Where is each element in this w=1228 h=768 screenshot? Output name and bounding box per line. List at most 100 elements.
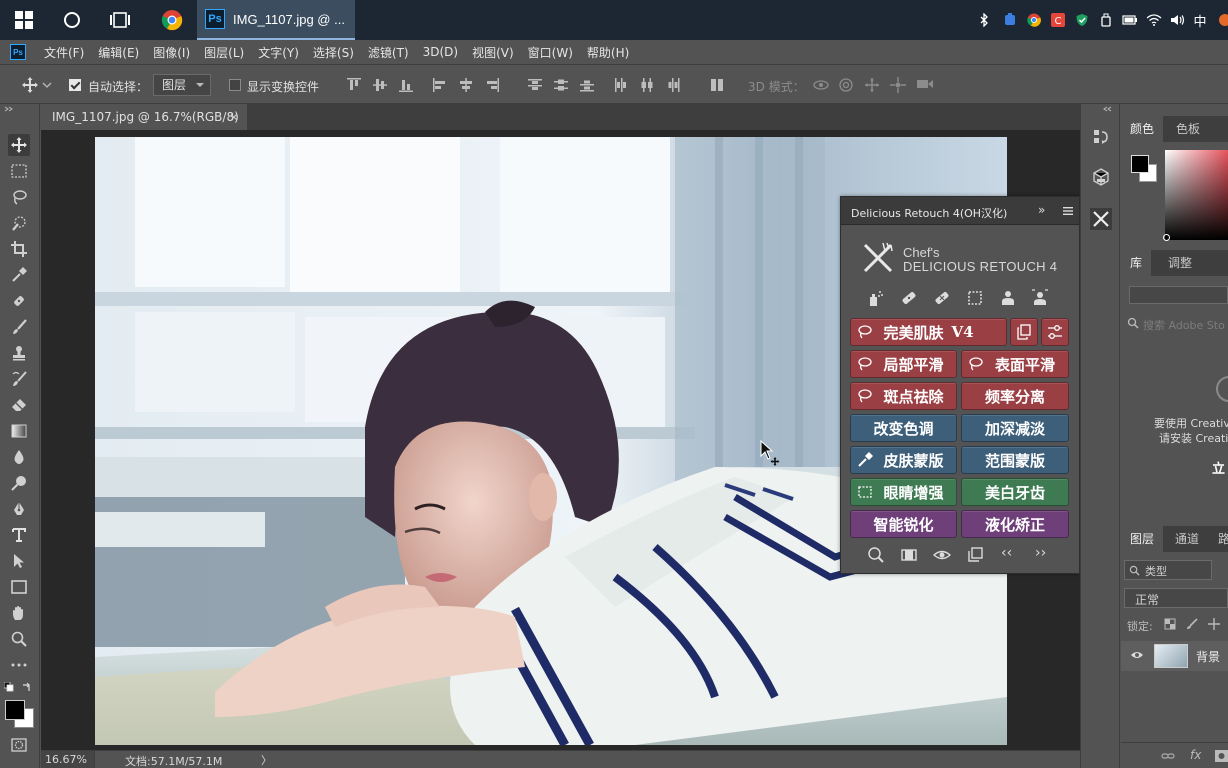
person-icon[interactable] [999, 289, 1017, 307]
input-method-indicator[interactable]: 中 [1192, 12, 1208, 30]
tab-paths[interactable]: 路 [1209, 526, 1228, 552]
pen-tool-icon[interactable] [8, 498, 30, 520]
tray-app-blue-icon[interactable] [1002, 12, 1018, 28]
photoshop-taskbar-button[interactable]: Ps IMG_1107.jpg @ ... [197, 0, 355, 40]
skin-mask-button[interactable]: 皮肤蒙版 [850, 446, 957, 474]
auto-select-checkbox[interactable] [69, 79, 81, 91]
auto-select-target-dropdown[interactable]: 图层 [153, 74, 211, 96]
crop-tool-icon[interactable] [8, 238, 30, 260]
align-right-edges-icon[interactable] [484, 77, 500, 93]
security-shield-icon[interactable] [1074, 12, 1090, 28]
liquify-button[interactable]: 液化矫正 [961, 510, 1069, 538]
quick-mask-icon[interactable] [8, 734, 30, 756]
menu-view[interactable]: 视图(V) [472, 44, 514, 61]
wifi-icon[interactable] [1146, 12, 1162, 28]
menu-layer[interactable]: 图层(L) [204, 44, 244, 61]
menu-file[interactable]: 文件(F) [44, 44, 84, 61]
menu-type[interactable]: 文字(Y) [258, 44, 299, 61]
lasso-tool-icon[interactable] [8, 186, 30, 208]
tray-app-orange-icon[interactable] [1216, 12, 1228, 28]
3d-panel-icon[interactable] [1090, 166, 1112, 188]
panel-expand-icon[interactable]: » [1038, 203, 1045, 217]
clone-stamp-tool-icon[interactable] [8, 342, 30, 364]
brush-tool-icon[interactable] [8, 316, 30, 338]
eye-enhance-button[interactable]: 眼睛增强 [850, 478, 957, 506]
menu-window[interactable]: 窗口(W) [528, 44, 573, 61]
local-smooth-button[interactable]: 局部平滑 [850, 350, 957, 378]
distribute-bottom-icon[interactable] [579, 77, 595, 93]
smart-sharpen-button[interactable]: 智能锐化 [850, 510, 957, 538]
marquee-tool-icon[interactable] [8, 160, 30, 182]
3d-scale-camera-icon[interactable] [916, 77, 933, 93]
close-document-icon[interactable]: × [229, 104, 239, 130]
volume-icon[interactable] [1170, 12, 1186, 28]
align-left-edges-icon[interactable] [432, 77, 448, 93]
swap-colors-icon[interactable] [22, 682, 32, 692]
menu-3d[interactable]: 3D(D) [423, 45, 458, 59]
library-select-dropdown[interactable] [1129, 286, 1228, 304]
stamp-frame-icon[interactable] [966, 289, 984, 307]
layer-effects-button[interactable]: fx [1190, 748, 1201, 762]
blend-mode-dropdown[interactable]: 正常 [1124, 588, 1228, 608]
link-layers-icon[interactable] [1161, 751, 1175, 761]
eye-preview-icon[interactable] [933, 546, 951, 564]
tab-layers[interactable]: 图层 [1121, 526, 1164, 552]
range-mask-button[interactable]: 范围蒙版 [961, 446, 1069, 474]
perfect-skin-button[interactable]: 完美肌肤 V4 [850, 318, 1007, 346]
3d-slide-icon[interactable] [890, 77, 906, 93]
quick-selection-tool-icon[interactable] [8, 212, 30, 234]
distribute-right-icon[interactable] [665, 77, 681, 93]
menu-help[interactable]: 帮助(H) [587, 44, 629, 61]
nav-next-button[interactable]: ›› [1035, 545, 1046, 561]
windows-start-icon[interactable] [0, 0, 48, 40]
lock-transparency-icon[interactable] [1164, 618, 1176, 630]
color-picker-handle[interactable] [1163, 234, 1170, 241]
zoom-preview-icon[interactable] [867, 546, 885, 564]
menu-image[interactable]: 图像(I) [153, 44, 190, 61]
distribute-horizontal-centers-icon[interactable] [639, 77, 655, 93]
frequency-separation-button[interactable]: 频率分离 [961, 382, 1069, 410]
chrome-taskbar-icon[interactable] [148, 0, 196, 40]
status-menu-arrow[interactable]: 〉 [261, 752, 272, 768]
show-transform-controls-checkbox[interactable] [229, 79, 241, 91]
menu-edit[interactable]: 编辑(E) [98, 44, 139, 61]
hand-tool-icon[interactable] [8, 602, 30, 624]
zoom-tool-icon[interactable] [8, 628, 30, 650]
tray-chrome-icon[interactable] [1026, 12, 1042, 28]
tool-preset-dropdown-icon[interactable] [42, 81, 52, 91]
layer-row-background[interactable]: 背景 [1121, 641, 1228, 671]
layer-kind-filter[interactable]: 类型 [1124, 560, 1212, 580]
zoom-level-field[interactable]: 16.67% [41, 751, 95, 768]
move-tool-icon[interactable] [8, 134, 30, 156]
default-colors-icon[interactable] [4, 682, 14, 692]
healing-brush-tool-icon[interactable] [8, 290, 30, 312]
spray-brush-icon[interactable] [867, 289, 885, 307]
tools-collapse-icon[interactable] [4, 106, 14, 112]
rectangle-tool-icon[interactable] [8, 576, 30, 598]
tray-red-app-icon[interactable]: C [1050, 12, 1066, 28]
dodge-burn-button[interactable]: 加深减淡 [961, 414, 1069, 442]
change-tone-button[interactable]: 改变色调 [850, 414, 957, 442]
align-bottom-edges-icon[interactable] [398, 77, 414, 93]
nav-prev-button[interactable]: ‹‹ [1001, 545, 1012, 561]
bluetooth-icon[interactable] [976, 12, 992, 28]
cortana-search-icon[interactable] [48, 0, 96, 40]
eyedropper-tool-icon[interactable] [8, 264, 30, 286]
delicious-retouch-panel-icon[interactable] [1090, 208, 1112, 230]
auto-align-layers-icon[interactable] [709, 77, 725, 93]
usb-drive-icon[interactable] [1098, 12, 1114, 28]
tab-channels[interactable]: 通道 [1166, 526, 1208, 552]
battery-power-icon[interactable] [1122, 12, 1138, 28]
distribute-top-icon[interactable] [527, 77, 543, 93]
more-tools-icon[interactable] [8, 654, 30, 676]
menu-filter[interactable]: 滤镜(T) [368, 44, 409, 61]
duplicate-layers-icon[interactable] [966, 546, 984, 564]
path-selection-tool-icon[interactable] [8, 550, 30, 572]
surface-smooth-button[interactable]: 表面平滑 [961, 350, 1069, 378]
settings-sliders-button[interactable] [1041, 318, 1069, 346]
distribute-left-icon[interactable] [613, 77, 629, 93]
bandage-icon[interactable] [900, 289, 918, 307]
history-brush-tool-icon[interactable] [8, 368, 30, 390]
align-horizontal-centers-icon[interactable] [458, 77, 474, 93]
lock-position-icon[interactable] [1208, 618, 1220, 630]
